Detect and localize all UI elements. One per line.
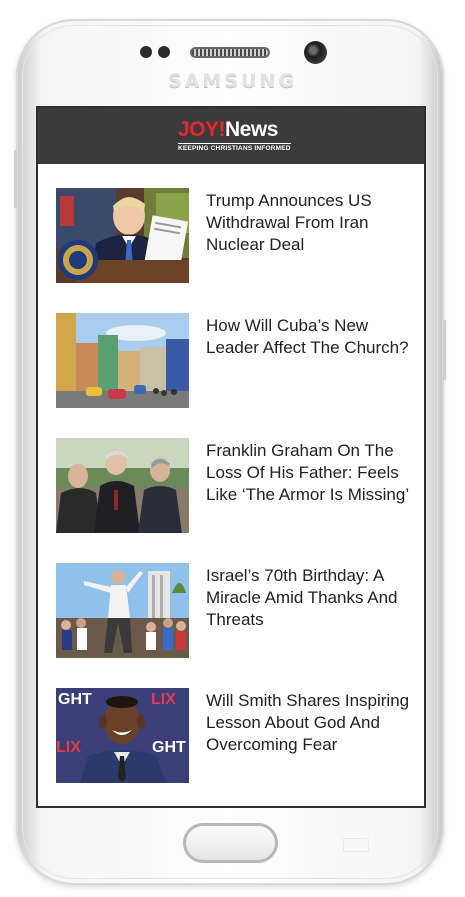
article-title[interactable]: Franklin Graham On The Loss Of His Fathe… — [206, 440, 411, 506]
article-title[interactable]: Israel’s 70th Birthday: A Miracle Amid T… — [206, 565, 411, 631]
trump-signing-photo — [56, 188, 189, 283]
logo-joy-text: JOY! — [178, 118, 226, 141]
article-title[interactable]: How Will Cuba’s New Leader Affect The Ch… — [206, 315, 411, 359]
light-sensor — [158, 46, 170, 58]
article-item[interactable]: Franklin Graham On The Loss Of His Fathe… — [56, 438, 416, 534]
device-brand-label: SAMSUNG — [168, 70, 297, 92]
svg-text:LIX: LIX — [151, 691, 176, 708]
phone-screen: JOY!News KEEPING CHRISTIANS INFORMED Tru… — [36, 106, 426, 808]
svg-text:LIX: LIX — [56, 739, 81, 756]
will-smith-photo: GHT LIX LIX GHT — [56, 688, 189, 783]
article-item[interactable]: How Will Cuba’s New Leader Affect The Ch… — [56, 313, 416, 409]
volume-button — [14, 150, 17, 208]
app-header: JOY!News KEEPING CHRISTIANS INFORMED — [38, 108, 424, 164]
article-title[interactable]: Will Smith Shares Inspiring Lesson About… — [206, 690, 411, 756]
logo-wordmark: JOY!News — [178, 119, 293, 141]
article-thumbnail[interactable]: GHT LIX LIX GHT — [56, 688, 189, 783]
franklin-graham-photo — [56, 438, 189, 533]
article-item[interactable]: GHT LIX LIX GHT Will Smith Shares Inspir… — [56, 688, 416, 784]
article-thumbnail[interactable] — [56, 438, 189, 533]
svg-text:GHT: GHT — [58, 691, 92, 708]
havana-street-photo — [56, 313, 189, 408]
israel-celebration-photo — [56, 563, 189, 658]
article-item[interactable]: Israel’s 70th Birthday: A Miracle Amid T… — [56, 563, 416, 659]
earpiece-speaker — [190, 47, 270, 58]
proximity-sensor — [140, 46, 152, 58]
logo-tagline: KEEPING CHRISTIANS INFORMED — [178, 143, 291, 152]
article-thumbnail[interactable] — [56, 313, 189, 408]
back-button[interactable] — [343, 838, 369, 852]
power-button — [443, 320, 446, 380]
logo-news-text: News — [225, 118, 278, 141]
article-thumbnail[interactable] — [56, 188, 189, 283]
article-thumbnail[interactable] — [56, 563, 189, 658]
article-title[interactable]: Trump Announces US Withdrawal From Iran … — [206, 190, 411, 256]
article-item[interactable]: Trump Announces US Withdrawal From Iran … — [56, 188, 416, 284]
home-button[interactable] — [183, 823, 278, 863]
svg-text:GHT: GHT — [152, 739, 186, 756]
joy-news-logo[interactable]: JOY!News KEEPING CHRISTIANS INFORMED — [178, 119, 293, 159]
front-camera — [304, 41, 327, 64]
